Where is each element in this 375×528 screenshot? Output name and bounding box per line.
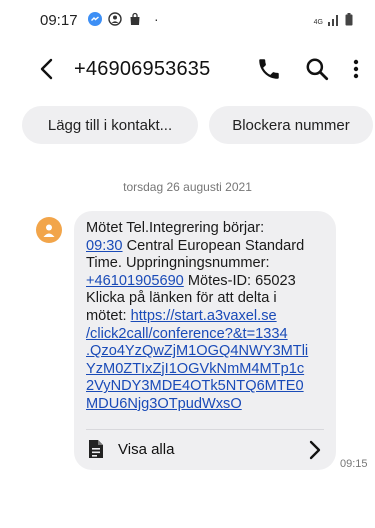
view-all-label: Visa alla — [118, 441, 175, 458]
message-link[interactable]: 09:30 — [86, 238, 123, 254]
message-line: /click2call/conference?&t=1334 — [86, 326, 330, 344]
avatar[interactable] — [36, 217, 62, 243]
message-text-segment: Mötet Tel.Integrering börjar: — [86, 220, 265, 236]
document-icon — [89, 440, 103, 458]
message-line: mötet: https://start.a3vaxel.se — [86, 308, 330, 326]
network-type: 4G — [313, 19, 323, 26]
page-title: +46906953635 — [74, 58, 211, 80]
status-time: 09:17 — [40, 12, 78, 29]
message-link[interactable]: .Qzo4YzQwZjM1OGQ4NWY3MTli — [86, 343, 308, 359]
message-line: Klicka på länken för att delta i — [86, 290, 330, 308]
message-line: 2VyNDY3MDE4OTk5NTQ6MTE0 — [86, 378, 330, 396]
bubble-divider — [86, 429, 324, 430]
back-arrow-icon[interactable] — [34, 56, 60, 82]
message-text-segment: Klicka på länken för att delta i — [86, 290, 277, 307]
bag-icon — [130, 12, 140, 25]
block-number-button[interactable]: Blockera nummer — [209, 106, 373, 144]
message-text-segment: Time. Uppringningsnummer: — [86, 255, 270, 272]
system-icons: 4G — [314, 13, 353, 26]
status-bar: 09:17 · 4G — [0, 0, 375, 38]
message-line: Time. Uppringningsnummer: — [86, 255, 330, 273]
status-dot: · — [154, 11, 159, 27]
date-separator: torsdag 26 augusti 2021 — [123, 180, 252, 194]
signal-icon — [328, 15, 338, 26]
message-timestamp: 09:15 — [340, 458, 368, 470]
app-bar: +46906953635 — [0, 50, 375, 90]
battery-icon — [345, 13, 353, 26]
phone-icon[interactable] — [256, 56, 282, 82]
message-link[interactable]: MDU6Njg3OTpudWxsO — [86, 396, 242, 412]
person-icon — [43, 224, 55, 237]
message-line: .Qzo4YzQwZjM1OGQ4NWY3MTli — [86, 343, 330, 361]
account-icon — [108, 12, 122, 26]
message-text: Mötet Tel.Integrering börjar: 09:30 Centr… — [86, 220, 330, 414]
message-link[interactable]: /click2call/conference?&t=1334 — [86, 326, 288, 342]
message-link[interactable]: +46101905690 — [86, 273, 184, 289]
add-to-contacts-button[interactable]: Lägg till i kontakt... — [22, 106, 198, 144]
view-all-button[interactable]: Visa alla — [86, 437, 326, 463]
message-link[interactable]: https://start.a3vaxel.se — [131, 308, 277, 324]
message-link[interactable]: YzM0ZTIxZjI1OGVkNmM4MTp1c — [86, 361, 304, 377]
message-line: Mötet Tel.Integrering börjar: — [86, 220, 330, 238]
message-text-segment: Mötes-ID: 65023 — [183, 272, 296, 289]
message-text-segment: mötet: — [86, 307, 131, 324]
messenger-icon — [88, 12, 102, 26]
message-line: +46101905690 Mötes-ID: 65023 — [86, 273, 330, 291]
message-link[interactable]: 2VyNDY3MDE4OTk5NTQ6MTE0 — [86, 378, 304, 394]
chevron-right-icon — [309, 440, 321, 460]
notification-icons: · — [88, 12, 159, 26]
message-text-segment: Central European Standard — [122, 237, 305, 254]
search-icon[interactable] — [304, 56, 330, 82]
message-bubble[interactable]: Mötet Tel.Integrering börjar: 09:30 Centr… — [74, 211, 336, 470]
message-line: MDU6Njg3OTpudWxsO — [86, 396, 330, 414]
message-line: YzM0ZTIxZjI1OGVkNmM4MTp1c — [86, 361, 330, 379]
more-vert-icon[interactable] — [347, 56, 365, 82]
message-line: 09:30 Central European Standard — [86, 238, 330, 256]
